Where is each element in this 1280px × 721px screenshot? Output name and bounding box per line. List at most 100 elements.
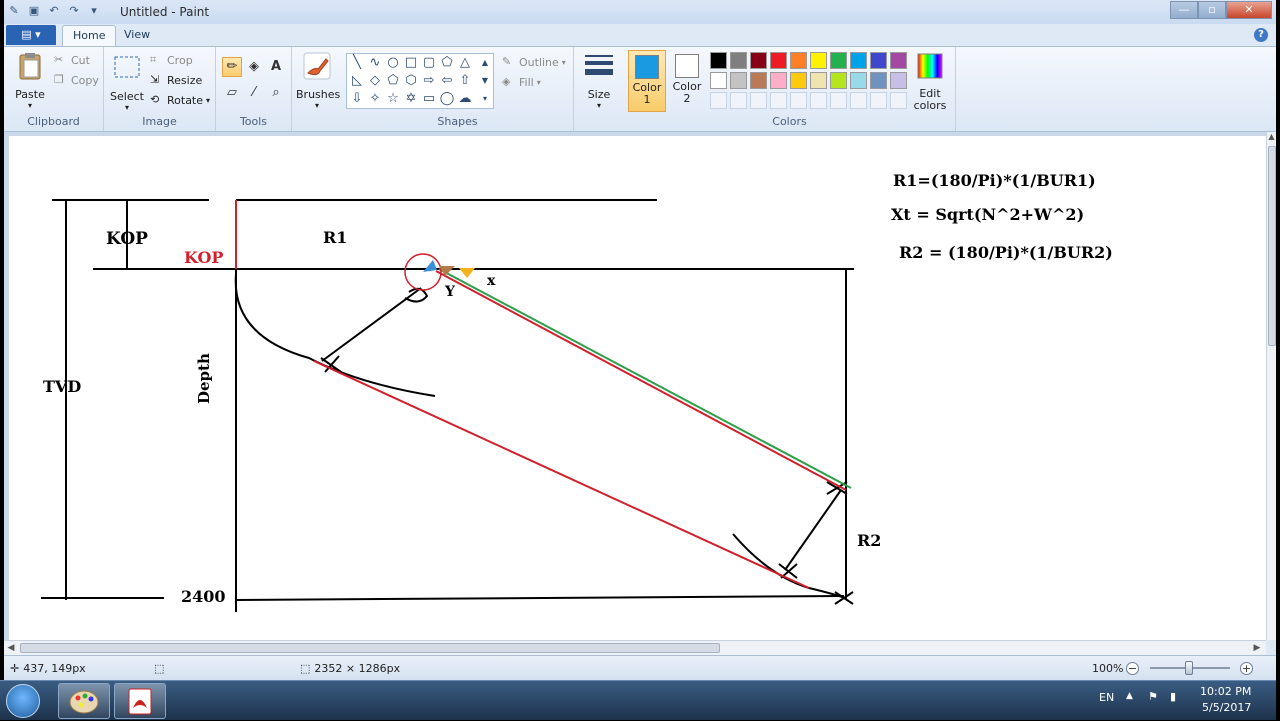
undo-icon[interactable]: ↶: [46, 3, 62, 19]
palette-swatch[interactable]: [730, 52, 747, 69]
custom-color-slot[interactable]: [850, 92, 867, 109]
zoom-in-icon[interactable]: +: [1240, 662, 1253, 675]
five-point-star-shape-icon[interactable]: ☆: [385, 91, 401, 107]
crop-button[interactable]: ⌗ Crop: [150, 51, 193, 69]
size-button[interactable]: Size ▾: [580, 51, 618, 110]
rounded-callout-shape-icon[interactable]: ▭: [421, 91, 437, 107]
customize-qat-icon[interactable]: ▾: [86, 3, 102, 19]
palette-swatch[interactable]: [890, 52, 907, 69]
oval-callout-shape-icon[interactable]: ◯: [439, 91, 455, 107]
curve-shape-icon[interactable]: ∿: [367, 55, 383, 71]
palette-swatch[interactable]: [810, 72, 827, 89]
scroll-right-icon[interactable]: ▶: [1250, 641, 1264, 655]
shapes-scroll-up-icon[interactable]: ▲: [477, 55, 493, 71]
palette-swatch[interactable]: [790, 72, 807, 89]
tab-view[interactable]: View: [114, 25, 160, 46]
palette-swatch[interactable]: [850, 72, 867, 89]
paint-app-icon[interactable]: ✎: [6, 3, 22, 19]
clock-time[interactable]: 10:02 PM: [1200, 685, 1251, 698]
paste-button[interactable]: Paste ▾: [12, 51, 48, 110]
custom-color-slot[interactable]: [830, 92, 847, 109]
scroll-up-icon[interactable]: ▲: [1267, 132, 1276, 141]
six-point-star-shape-icon[interactable]: ✡: [403, 91, 419, 107]
horizontal-scroll-thumb[interactable]: [20, 643, 720, 653]
color2-button[interactable]: Color 2: [668, 50, 706, 112]
brushes-button[interactable]: Brushes ▾: [296, 51, 340, 110]
palette-swatch[interactable]: [770, 72, 787, 89]
down-arrow-shape-icon[interactable]: ⇩: [349, 91, 365, 107]
text-icon[interactable]: A: [266, 57, 286, 77]
rotate-button[interactable]: ⟲ Rotate ▾: [150, 91, 210, 109]
scroll-left-icon[interactable]: ◀: [4, 641, 18, 655]
pencil-icon[interactable]: ✏: [222, 57, 242, 77]
horizontal-scrollbar[interactable]: ◀ ▶: [4, 640, 1266, 655]
line-shape-icon[interactable]: ╲: [349, 55, 365, 71]
four-point-star-shape-icon[interactable]: ✧: [367, 91, 383, 107]
palette-swatch[interactable]: [830, 72, 847, 89]
hexagon-shape-icon[interactable]: ⬡: [403, 73, 419, 89]
left-arrow-shape-icon[interactable]: ⇦: [439, 73, 455, 89]
eraser-icon[interactable]: ▱: [222, 83, 242, 103]
cloud-callout-shape-icon[interactable]: ☁: [457, 91, 473, 107]
palette-swatch[interactable]: [870, 52, 887, 69]
file-menu-button[interactable]: ▤ ▾: [6, 25, 56, 45]
palette-swatch[interactable]: [710, 52, 727, 69]
redo-icon[interactable]: ↷: [66, 3, 82, 19]
clock-date[interactable]: 5/5/2017: [1202, 701, 1251, 714]
rounded-rectangle-shape-icon[interactable]: ▢: [421, 55, 437, 71]
vertical-scrollbar[interactable]: ▲: [1266, 132, 1276, 640]
resize-button[interactable]: ⇲ Resize: [150, 71, 202, 89]
show-hidden-icons-icon[interactable]: ▲: [1126, 691, 1133, 701]
maximize-button[interactable]: ▫: [1198, 1, 1226, 19]
custom-color-slot[interactable]: [810, 92, 827, 109]
select-button[interactable]: Select ▾: [110, 53, 144, 112]
vertical-scroll-thumb[interactable]: [1268, 146, 1276, 346]
taskbar-pdf-button[interactable]: [114, 683, 166, 719]
oval-shape-icon[interactable]: ○: [385, 55, 401, 71]
rectangle-shape-icon[interactable]: □: [403, 55, 419, 71]
help-icon[interactable]: ?: [1254, 28, 1268, 42]
copy-button[interactable]: ❐ Copy: [54, 71, 99, 89]
pentagon-shape-icon[interactable]: ⬠: [385, 73, 401, 89]
palette-swatch[interactable]: [730, 72, 747, 89]
custom-color-slot[interactable]: [730, 92, 747, 109]
action-center-icon[interactable]: ⚑: [1148, 690, 1158, 703]
palette-swatch[interactable]: [750, 52, 767, 69]
palette-swatch[interactable]: [770, 52, 787, 69]
palette-swatch[interactable]: [790, 52, 807, 69]
custom-color-slot[interactable]: [790, 92, 807, 109]
custom-color-slot[interactable]: [750, 92, 767, 109]
shapes-scroll-down-icon[interactable]: ▼: [477, 73, 493, 89]
palette-swatch[interactable]: [890, 72, 907, 89]
magnifier-icon[interactable]: ⌕: [266, 83, 286, 103]
minimize-button[interactable]: —: [1170, 1, 1198, 19]
palette-swatch[interactable]: [830, 52, 847, 69]
custom-color-slot[interactable]: [770, 92, 787, 109]
outline-button[interactable]: ✎ Outline ▾: [502, 53, 566, 71]
cut-button[interactable]: ✂ Cut: [54, 51, 90, 69]
start-button[interactable]: [6, 684, 40, 718]
palette-swatch[interactable]: [710, 72, 727, 89]
right-triangle-shape-icon[interactable]: ◺: [349, 73, 365, 89]
diamond-shape-icon[interactable]: ◇: [367, 73, 383, 89]
custom-color-slot[interactable]: [710, 92, 727, 109]
close-button[interactable]: ✕: [1226, 1, 1272, 19]
right-arrow-shape-icon[interactable]: ⇨: [421, 73, 437, 89]
tab-home[interactable]: Home: [62, 25, 117, 46]
palette-swatch[interactable]: [850, 52, 867, 69]
edit-colors-button[interactable]: Edit colors: [910, 51, 950, 112]
triangle-shape-icon[interactable]: △: [457, 55, 473, 71]
polygon-shape-icon[interactable]: ⬠: [439, 55, 455, 71]
palette-swatch[interactable]: [750, 72, 767, 89]
save-icon[interactable]: ▣: [26, 3, 42, 19]
fill-bucket-icon[interactable]: ◈: [244, 57, 264, 77]
fill-button[interactable]: ◈ Fill ▾: [502, 73, 541, 91]
zoom-out-icon[interactable]: −: [1126, 662, 1139, 675]
custom-color-slot[interactable]: [890, 92, 907, 109]
up-arrow-shape-icon[interactable]: ⇧: [457, 73, 473, 89]
color1-button[interactable]: Color 1: [628, 50, 666, 112]
custom-color-slot[interactable]: [870, 92, 887, 109]
taskbar-paint-button[interactable]: [58, 683, 110, 719]
language-indicator[interactable]: EN: [1099, 691, 1114, 704]
color-picker-icon[interactable]: ⁄: [244, 83, 264, 103]
